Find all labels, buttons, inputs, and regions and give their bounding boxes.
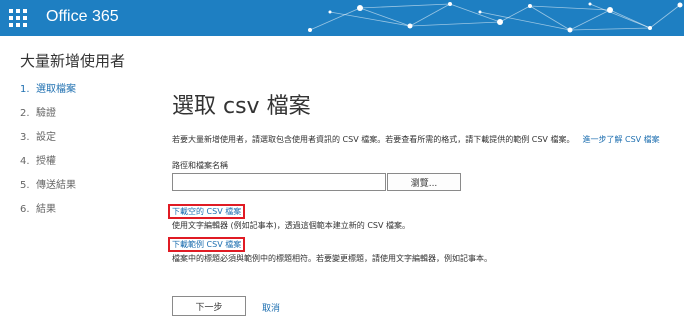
step-number: 3.	[20, 132, 30, 143]
step-results[interactable]: 6. 結果	[20, 202, 76, 226]
blank-csv-hint: 使用文字編輯器 (例如記事本)，透過這個範本建立新的 CSV 檔案。	[172, 221, 411, 230]
step-settings[interactable]: 3. 設定	[20, 130, 76, 154]
wizard-steps: 1. 選取檔案 2. 驗證 3. 設定 4. 授權 5. 傳送結果 6. 結果	[20, 82, 76, 226]
step-send-results[interactable]: 5. 傳送結果	[20, 178, 76, 202]
step-label: 授權	[36, 156, 56, 167]
path-label: 路徑和檔案名稱	[172, 161, 228, 170]
brand-title[interactable]: Office 365	[46, 8, 119, 26]
description: 若要大量新增使用者，請選取包含使用者資訊的 CSV 檔案。若要查看所需的格式，請…	[172, 135, 575, 144]
page-heading: 選取 csv 檔案	[172, 94, 311, 119]
next-button[interactable]: 下一步	[172, 296, 246, 316]
step-number: 6.	[20, 204, 30, 215]
top-bar: Office 365	[0, 0, 684, 36]
cancel-link[interactable]: 取消	[262, 301, 280, 314]
step-number: 1.	[20, 84, 30, 95]
step-label: 驗證	[36, 108, 56, 119]
download-sample-csv-link[interactable]: 下載範例 CSV 檔案	[168, 237, 246, 252]
step-number: 4.	[20, 156, 30, 167]
step-verify[interactable]: 2. 驗證	[20, 106, 76, 130]
learn-more-link[interactable]: 進一步了解 CSV 檔案	[582, 135, 659, 144]
sample-csv-hint: 檔案中的標題必須與範例中的標題相符。若要變更標題，請使用文字編輯器，例如記事本。	[172, 254, 492, 263]
step-label: 結果	[36, 204, 56, 215]
download-blank-csv-link[interactable]: 下載空的 CSV 檔案	[168, 204, 246, 219]
step-label: 設定	[36, 132, 56, 143]
description-text: 若要大量新增使用者，請選取包含使用者資訊的 CSV 檔案。若要查看所需的格式，請…	[172, 134, 660, 145]
step-licenses[interactable]: 4. 授權	[20, 154, 76, 178]
file-path-input[interactable]	[172, 173, 386, 191]
waffle-grid-icon[interactable]	[8, 8, 28, 28]
step-number: 5.	[20, 180, 30, 191]
wizard-title: 大量新增使用者	[20, 52, 126, 70]
step-label: 選取檔案	[36, 84, 76, 95]
browse-button[interactable]: 瀏覽...	[387, 173, 461, 191]
step-select-file[interactable]: 1. 選取檔案	[20, 82, 76, 106]
network-pattern-icon	[308, 2, 683, 33]
step-label: 傳送結果	[36, 180, 76, 191]
step-number: 2.	[20, 108, 30, 119]
